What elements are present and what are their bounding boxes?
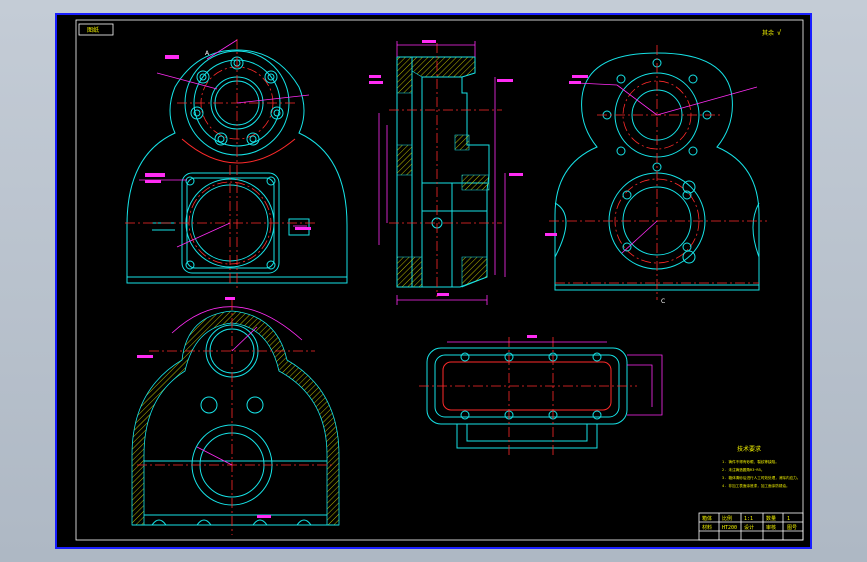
view-plan-bottom bbox=[419, 335, 663, 455]
note-item-3: 3. 箱体清砂后进行人工时效处理，消除内应力。 bbox=[722, 475, 800, 480]
title-cell-8: 设计 bbox=[744, 524, 754, 531]
view-section-bottom-left bbox=[131, 297, 340, 535]
note-item-2: 2. 未注铸造圆角R3~R5。 bbox=[722, 467, 764, 472]
corner-stamp: 图纸 bbox=[87, 26, 99, 34]
cad-drawing: 图纸 A C 其余 √ 技术要求 1. 铸件不得有砂眼、裂纹等缺陷。 2. 未注… bbox=[75, 19, 804, 541]
section-label-a: A bbox=[205, 50, 210, 57]
note-item-4: 4. 非加工表面涂底漆，加工面涂防锈油。 bbox=[722, 483, 790, 488]
roughness-symbol: √ bbox=[777, 29, 782, 37]
title-cell-7: HT200 bbox=[722, 525, 737, 531]
view-front-left bbox=[125, 39, 348, 290]
title-cell-3: 1:1 bbox=[744, 516, 753, 522]
top-right-mark: 其余 bbox=[762, 29, 774, 37]
view-section-middle bbox=[369, 40, 523, 305]
title-cell-10: 图号 bbox=[787, 525, 797, 531]
view-right bbox=[545, 45, 767, 300]
title-cell-2: 比例 bbox=[722, 515, 732, 522]
title-cell-6: 材料 bbox=[702, 524, 712, 531]
title-cell-5: 1 bbox=[787, 516, 790, 522]
title-block: 箱体 比例 1:1 数量 1 材料 HT200 设计 审核 图号 bbox=[698, 512, 804, 541]
note-item-1: 1. 铸件不得有砂眼、裂纹等缺陷。 bbox=[722, 459, 779, 464]
technical-notes: 技术要求 1. 铸件不得有砂眼、裂纹等缺陷。 2. 未注铸造圆角R3~R5。 3… bbox=[722, 445, 800, 488]
title-cell-4: 数量 bbox=[766, 515, 776, 522]
section-label-c: C bbox=[661, 298, 665, 305]
title-cell-1: 箱体 bbox=[702, 515, 712, 522]
drawing-sheet: 图纸 A C 其余 √ 技术要求 1. 铸件不得有砂眼、裂纹等缺陷。 2. 未注… bbox=[55, 13, 812, 549]
title-cell-9: 审核 bbox=[766, 524, 776, 531]
notes-title: 技术要求 bbox=[737, 445, 761, 453]
